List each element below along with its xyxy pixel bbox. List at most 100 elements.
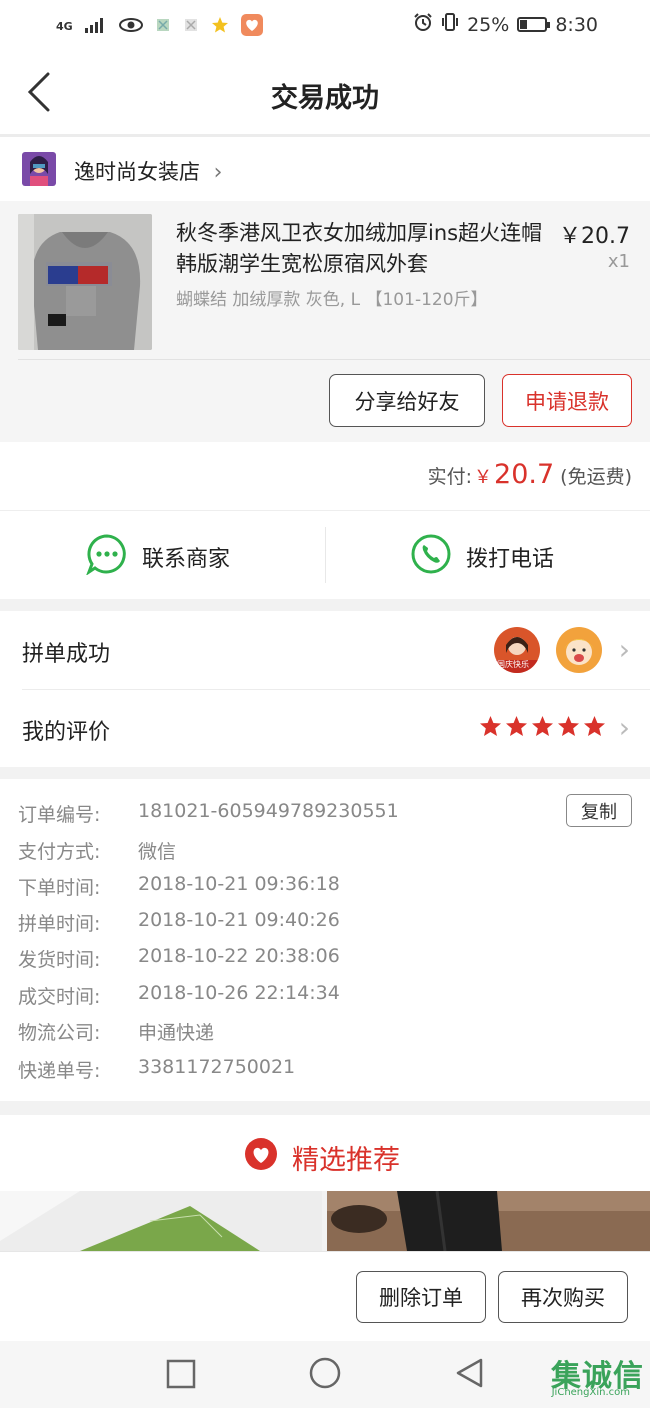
paid-value: 20.7 (494, 459, 555, 490)
shop-name: 逸时尚女装店 › (74, 156, 222, 186)
divider (18, 359, 650, 360)
product-card: 秋冬季港风卫衣女加绒加厚ins超火连帽韩版潮学生宽松原宿风外套 蝴蝶结 加绒厚款… (0, 201, 650, 442)
contact-actions: 联系商家 拨打电话 (0, 511, 650, 599)
watermark-url: JiChengXin.com (551, 1387, 630, 1398)
bottom-action-bar: 删除订单 再次购买 (0, 1251, 650, 1342)
battery-percent: 25% (467, 13, 510, 36)
chevron-right-icon: › (618, 633, 630, 666)
paid-amount: 实付: ￥ 20.7 (免运费) (428, 459, 632, 490)
recommend-title: 精选推荐 (292, 1145, 400, 1176)
copy-order-number-button[interactable]: 复制 (566, 794, 632, 827)
shop-name-text: 逸时尚女装店 (74, 160, 200, 184)
shipping-note: (免运费) (560, 466, 632, 488)
payment-summary: 实付: ￥ 20.7 (免运费) (0, 442, 650, 511)
info-label: 发货时间: (18, 949, 101, 971)
order-time-row: 下单时间: 2018-10-21 09:36:18 (18, 873, 340, 900)
shop-link[interactable]: 逸时尚女装店 › (0, 137, 650, 201)
avatar: 国庆快乐 (494, 627, 540, 673)
shop-avatar (22, 152, 56, 186)
star-app-icon (211, 16, 229, 37)
phone-icon (410, 533, 452, 581)
home-icon[interactable] (309, 1357, 341, 1393)
info-value: 2018-10-21 09:36:18 (138, 873, 340, 895)
group-success-row[interactable]: 拼单成功 国庆快乐 › (0, 611, 650, 690)
status-bar: 4G 25% 8:30 (0, 0, 650, 52)
payment-method-row: 支付方式: 微信 (18, 837, 176, 864)
product-image[interactable] (18, 214, 152, 350)
logistics-company-row: 物流公司: 申通快递 (18, 1018, 214, 1045)
paid-label: 实付: (427, 466, 473, 488)
star-icon (558, 716, 579, 736)
info-label: 下单时间: (18, 877, 101, 899)
heart-icon (244, 1137, 278, 1178)
clock: 8:30 (555, 13, 598, 36)
order-info: 复制 订单编号: 181021-605949789230551 支付方式: 微信 下… (0, 779, 650, 1101)
recommend-title-group: 精选推荐 (244, 1137, 400, 1178)
signal-icon (84, 17, 107, 36)
info-label: 快递单号: (18, 1060, 101, 1082)
avatar-caption: 国庆快乐 (497, 660, 529, 669)
info-value: 2018-10-26 22:14:34 (138, 982, 340, 1004)
paid-currency: ￥ (474, 467, 493, 488)
status-list: 拼单成功 国庆快乐 › 我的评价 › (0, 611, 650, 767)
deal-time-row: 成交时间: 2018-10-26 22:14:34 (18, 982, 340, 1009)
rating-stars (479, 715, 606, 737)
info-value: 申通快递 (138, 1022, 215, 1044)
status-right-icons: 25% 8:30 (413, 12, 598, 37)
alarm-icon (413, 12, 433, 37)
product-title[interactable]: 秋冬季港风卫衣女加绒加厚ins超火连帽韩版潮学生宽松原宿风外套 (176, 218, 548, 280)
network-label: 4G (56, 20, 73, 33)
delete-order-button[interactable]: 删除订单 (356, 1271, 486, 1323)
star-icon (532, 716, 553, 736)
chevron-right-icon: › (206, 160, 223, 185)
info-value: 微信 (138, 841, 177, 863)
info-value: 181021-605949789230551 (138, 800, 399, 822)
info-label: 支付方式: (18, 841, 101, 863)
system-nav-bar: 集诚信 JiChengXin.com (0, 1341, 650, 1408)
product-spec: 蝴蝶结 加绒厚款 灰色, L 【101-120斤】 (176, 290, 488, 310)
app-notification-icon-2 (183, 17, 199, 36)
recent-apps-icon[interactable] (166, 1359, 196, 1393)
info-label: 订单编号: (18, 804, 101, 826)
chevron-right-icon: › (618, 711, 630, 744)
battery-icon (517, 17, 551, 32)
star-icon (480, 716, 501, 736)
info-value: 2018-10-22 20:38:06 (138, 945, 340, 967)
eye-icon (118, 17, 143, 36)
page-title: 交易成功 (271, 83, 379, 114)
nav-bar: 交易成功 (0, 52, 650, 137)
group-time-row: 拼单时间: 2018-10-21 09:40:26 (18, 909, 340, 936)
vibrate-icon (441, 12, 459, 37)
call-label: 拨打电话 (466, 547, 555, 572)
contact-merchant-button[interactable]: 联系商家 (85, 533, 231, 581)
heart-app-icon (240, 14, 263, 39)
my-review-label: 我的评价 (22, 720, 111, 745)
contact-merchant-label: 联系商家 (142, 547, 231, 572)
order-number-row: 订单编号: 181021-605949789230551 (18, 800, 399, 827)
chat-bubble-icon (85, 533, 128, 581)
product-price: ￥20.7 (559, 224, 630, 249)
back-icon[interactable] (454, 1357, 484, 1393)
info-value: 3381172750021 (138, 1056, 296, 1078)
share-button[interactable]: 分享给好友 (329, 374, 485, 427)
status-left-icons: 4G (56, 14, 263, 39)
info-value: 2018-10-21 09:40:26 (138, 909, 340, 931)
tracking-number-row: 快递单号: 3381172750021 (18, 1056, 295, 1083)
recommend-header: 精选推荐 (0, 1115, 650, 1191)
divider (325, 527, 326, 583)
my-review-row[interactable]: 我的评价 › (0, 689, 650, 767)
star-icon (584, 716, 605, 736)
info-label: 拼单时间: (18, 913, 101, 935)
group-success-label: 拼单成功 (22, 642, 111, 667)
star-icon (506, 716, 527, 736)
product-quantity: x1 (607, 251, 630, 272)
ship-time-row: 发货时间: 2018-10-22 20:38:06 (18, 945, 340, 972)
call-button[interactable]: 拨打电话 (410, 533, 554, 581)
info-label: 物流公司: (18, 1022, 101, 1044)
buy-again-button[interactable]: 再次购买 (498, 1271, 628, 1323)
refund-button[interactable]: 申请退款 (502, 374, 632, 427)
recommend-item-image[interactable] (0, 1191, 322, 1251)
app-notification-icon (155, 17, 171, 36)
info-label: 成交时间: (18, 986, 101, 1008)
recommend-item-image[interactable] (327, 1191, 650, 1251)
